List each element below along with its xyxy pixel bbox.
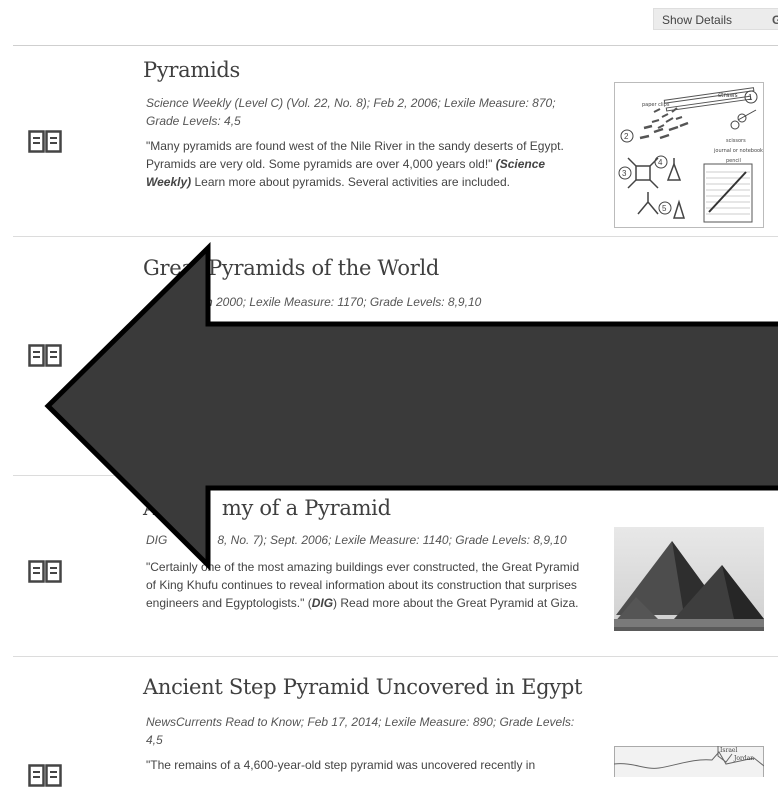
egypt-map-thumbnail[interactable]: Israel Jordan xyxy=(614,746,764,777)
source-name: DIG xyxy=(311,596,334,610)
svg-text:straws: straws xyxy=(718,92,738,99)
svg-text:1: 1 xyxy=(748,93,753,102)
svg-text:2: 2 xyxy=(624,132,629,141)
result-citation: NewsCurrents Read to Know; Feb 17, 2014;… xyxy=(146,715,575,747)
open-book-icon[interactable] xyxy=(28,130,62,154)
svg-text:3: 3 xyxy=(622,169,627,178)
open-book-icon[interactable] xyxy=(28,560,62,584)
results-toolbar: Show Details G xyxy=(0,0,778,45)
svg-text:scissors: scissors xyxy=(726,138,746,144)
show-details-toggle[interactable]: Show Details G xyxy=(653,8,778,30)
svg-text:journal or notebook: journal or notebook xyxy=(713,148,763,154)
toggle-indicator-icon: G xyxy=(772,9,778,29)
open-book-icon[interactable] xyxy=(28,344,62,368)
result-citation: rch 2000; Lexile Measure: 1170; Grade Le… xyxy=(196,295,482,309)
open-book-icon[interactable] xyxy=(28,764,62,788)
result-title[interactable]: Amy of a Pyramid xyxy=(143,496,391,520)
svg-text:5: 5 xyxy=(662,204,667,213)
result-description: ost people think of pyramids, they think… xyxy=(236,323,568,331)
svg-text:paper clips: paper clips xyxy=(642,102,670,108)
result-title[interactable]: Pyramids xyxy=(143,58,240,82)
search-result-item: Great Pyramids of the World rch 2000; Le… xyxy=(0,237,778,476)
result-citation: DIG 8, No. 7); Sept. 2006; Lexile Measure… xyxy=(146,533,567,547)
great-pyramid-photo[interactable] xyxy=(614,527,764,631)
result-title[interactable]: Great Pyramids of the World xyxy=(143,256,439,280)
result-citation: Science Weekly (Level C) (Vol. 22, No. 8… xyxy=(146,96,556,128)
search-result-item: Amy of a Pyramid DIG 8, No. 7); Sept. 200… xyxy=(0,476,778,657)
search-result-item: Ancient Step Pyramid Uncovered in Egypt … xyxy=(0,657,778,787)
result-description: "Certainly one of the most amazing build… xyxy=(146,560,580,610)
result-description: "The remains of a 4,600-year-old step py… xyxy=(146,758,536,772)
search-result-item: Pyramids Science Weekly (Level C) (Vol. … xyxy=(0,46,778,237)
svg-text:Israel: Israel xyxy=(720,747,737,754)
result-description: "Many pyramids are found west of the Nil… xyxy=(146,139,564,189)
result-title[interactable]: Ancient Step Pyramid Uncovered in Egypt xyxy=(143,675,582,699)
svg-text:4: 4 xyxy=(658,158,663,167)
show-details-label: Show Details xyxy=(662,13,733,27)
svg-text:pencil: pencil xyxy=(726,158,741,164)
svg-text:Jordan: Jordan xyxy=(733,755,754,762)
activity-materials-thumbnail[interactable]: straws paper clips 1 2 scissors journal … xyxy=(614,82,764,228)
